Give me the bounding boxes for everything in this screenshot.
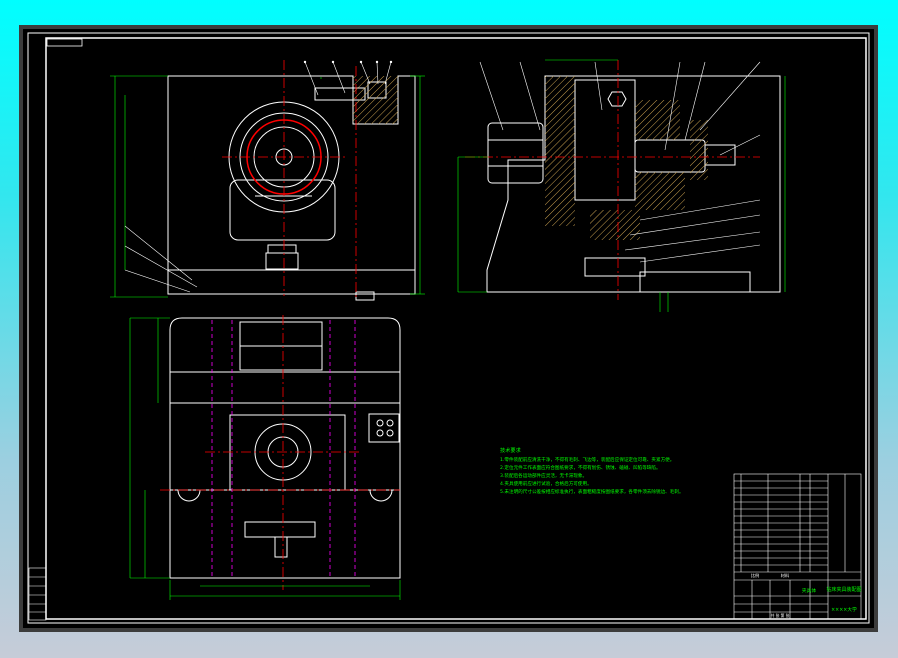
tech-note-line: 4.夹具使用前应进行试验，合格后方可使用。	[500, 480, 592, 487]
tech-notes-heading: 技术要求	[500, 446, 522, 454]
drawing-title: 钻床夹具装配图	[826, 586, 861, 593]
tech-note-line: 1.零件装配前应清洗干净，不得有毛刺、飞边等，装配后应保证定位可靠、夹紧方便。	[500, 456, 674, 463]
tech-note-line: 5.未注明的尺寸公差按相应标准执行，表面粗糙度按图纸要求，各零件须去除锐边、毛刺…	[500, 488, 684, 495]
school-name: ××××大学	[831, 606, 857, 613]
sheet-label: 共 张 第 张	[771, 613, 790, 618]
cad-viewport[interactable]: 技术要求 1.零件装配前应清洗干净，不得有毛刺、飞边等，装配后应保证定位可靠、夹…	[0, 0, 898, 658]
tech-note-line: 2.定位元件工作表面应符合图纸要求，不得有划伤、锈蚀、磕碰、凹陷等缺陷。	[500, 464, 661, 471]
scale-label: 比例	[751, 572, 759, 579]
product-name: 夹具体	[802, 587, 817, 594]
drawing-canvas	[23, 29, 874, 628]
tech-note-line: 3.装配后各运动部件应灵活，无卡滞现象。	[500, 472, 587, 479]
material-label: 材料	[781, 572, 790, 579]
